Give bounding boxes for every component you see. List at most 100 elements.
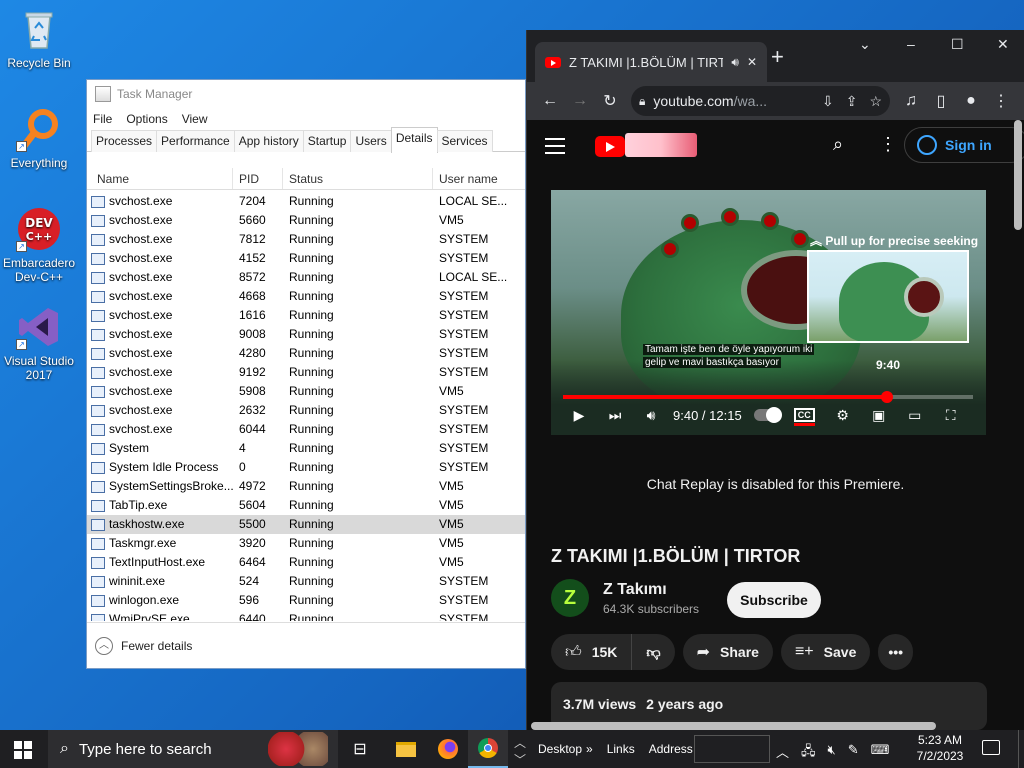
tray-expand-icon[interactable]: ︿ — [776, 742, 789, 764]
task-manager-titlebar[interactable]: Task Manager — [87, 80, 525, 108]
install-icon[interactable]: ⇩ — [822, 93, 834, 110]
pen-icon[interactable]: ✎ — [848, 742, 859, 764]
media-controls-icon[interactable]: ♫ — [896, 92, 926, 110]
like-button[interactable]: 👍︎ 15K — [551, 634, 631, 670]
table-row[interactable]: svchost.exe 5908 Running VM5 — [87, 382, 525, 401]
hamburger-menu-icon[interactable] — [545, 138, 565, 159]
subscribe-button[interactable]: Subscribe — [727, 582, 821, 618]
notifications-icon[interactable] — [982, 740, 1000, 755]
share-button[interactable]: ➦ Share — [682, 634, 773, 670]
table-row[interactable]: svchost.exe 7204 Running LOCAL SE... — [87, 192, 525, 211]
menu-options[interactable]: Options — [126, 112, 167, 126]
more-actions-button[interactable]: ••• — [878, 634, 914, 670]
table-row[interactable]: svchost.exe 8572 Running LOCAL SE... — [87, 268, 525, 287]
horizontal-scrollbar[interactable] — [531, 722, 936, 730]
desktop-icon-everything[interactable]: ↗ Everything — [0, 106, 78, 170]
desktop-icon-recycle-bin[interactable]: Recycle Bin — [0, 6, 78, 70]
channel-name[interactable]: Z Takımı — [603, 581, 699, 599]
browser-tab[interactable]: Z TAKIMI |1.BÖLÜM | TIRTOR 🔊︎ ✕ — [535, 42, 767, 82]
column-header-status[interactable]: Status — [283, 168, 433, 189]
close-window-button[interactable]: ✕ — [997, 36, 1009, 53]
file-explorer-icon[interactable] — [386, 730, 426, 768]
network-icon[interactable]: 🖧︎ — [801, 742, 816, 764]
captions-icon[interactable]: CC — [793, 408, 815, 426]
firefox-icon[interactable] — [428, 730, 468, 768]
table-row[interactable]: svchost.exe 2632 Running SYSTEM — [87, 401, 525, 420]
table-row[interactable]: svchost.exe 5660 Running VM5 — [87, 211, 525, 230]
table-row[interactable]: winlogon.exe 596 Running SYSTEM — [87, 591, 525, 610]
tab-details[interactable]: Details — [390, 127, 438, 153]
minimize-button[interactable]: – — [907, 36, 915, 52]
play-icon[interactable]: ▶ — [561, 407, 597, 424]
fullscreen-icon[interactable]: ⛶ — [933, 407, 969, 424]
tab-services[interactable]: Services — [436, 130, 493, 152]
table-row[interactable]: svchost.exe 7812 Running SYSTEM — [87, 230, 525, 249]
share-icon[interactable]: ⇪ — [846, 93, 858, 110]
volume-muted-icon[interactable]: 🔇︎ — [828, 742, 836, 764]
close-tab-icon[interactable]: ✕ — [747, 55, 757, 69]
taskbar-search-box[interactable]: ⌕ Type here to search — [48, 730, 338, 768]
table-row[interactable]: SystemSettingsBroke... 4972 Running VM5 — [87, 477, 525, 496]
address-bar[interactable]: 🔒︎ youtube.com/wa... ⇩ ⇪ ☆ — [631, 86, 890, 116]
menu-view[interactable]: View — [182, 112, 208, 126]
vertical-scrollbar[interactable] — [1014, 120, 1022, 230]
table-row[interactable]: svchost.exe 6044 Running SYSTEM — [87, 420, 525, 439]
tab-search-icon[interactable]: ⌄ — [859, 36, 871, 53]
table-row[interactable]: TabTip.exe 5604 Running VM5 — [87, 496, 525, 515]
table-row[interactable]: System Idle Process 0 Running SYSTEM — [87, 458, 525, 477]
table-row[interactable]: WmiPrvSE.exe 6440 Running SYSTEM — [87, 610, 525, 621]
reload-button[interactable]: ↻ — [595, 91, 625, 111]
search-icon[interactable]: ⌕ — [833, 134, 843, 155]
toolbar-expand-icon[interactable]: ︿ ﹀ — [514, 734, 526, 768]
tab-app-history[interactable]: App history — [233, 130, 304, 152]
column-header-pid[interactable]: PID — [233, 168, 283, 189]
tab-startup[interactable]: Startup — [302, 130, 352, 152]
column-header-name[interactable]: Name — [87, 168, 233, 189]
toolbar-overflow-icon[interactable]: » — [586, 742, 593, 756]
channel-avatar[interactable]: Z — [551, 579, 589, 617]
settings-gear-icon[interactable]: ⚙︎ — [825, 407, 861, 424]
profile-icon[interactable]: ● — [956, 92, 986, 110]
table-row[interactable]: svchost.exe 4668 Running SYSTEM — [87, 287, 525, 306]
chrome-taskbar-icon[interactable] — [468, 730, 508, 768]
save-button[interactable]: ≡+ Save — [780, 634, 871, 670]
column-header-user[interactable]: User name — [433, 168, 513, 189]
table-row[interactable]: taskhostw.exe 5500 Running VM5 — [87, 515, 525, 534]
chrome-menu-icon[interactable]: ⋮ — [986, 91, 1016, 111]
show-desktop-button[interactable] — [1018, 730, 1024, 768]
table-row[interactable]: svchost.exe 4152 Running SYSTEM — [87, 249, 525, 268]
table-row[interactable]: System 4 Running SYSTEM — [87, 439, 525, 458]
taskbar-clock[interactable]: 5:23 AM 7/2/2023 — [912, 732, 968, 764]
menu-file[interactable]: File — [93, 112, 112, 126]
keyboard-icon[interactable]: ⌨︎ — [871, 742, 890, 764]
address-toolbar-input[interactable] — [694, 735, 770, 763]
windows-start-icon[interactable] — [14, 741, 32, 759]
miniplayer-icon[interactable]: ▣ — [861, 407, 897, 424]
sign-in-button[interactable]: Sign in — [904, 127, 1024, 163]
maximize-button[interactable]: ☐ — [951, 36, 964, 53]
table-row[interactable]: svchost.exe 9008 Running SYSTEM — [87, 325, 525, 344]
youtube-logo-icon[interactable] — [595, 136, 625, 157]
desktop-toolbar[interactable]: Desktop — [538, 742, 582, 756]
autoplay-toggle[interactable] — [753, 407, 782, 423]
forward-button[interactable]: → — [565, 92, 595, 110]
fewer-details-link[interactable]: Fewer details — [121, 639, 192, 653]
video-player[interactable]: ︽ Pull up for precise seeking 9:40 Tamam… — [551, 190, 986, 435]
next-icon[interactable]: ⏭︎ — [597, 407, 633, 424]
task-view-icon[interactable]: ⊟ — [340, 730, 380, 768]
chevron-up-icon[interactable]: ︿ — [95, 636, 113, 655]
desktop-icon-visual-studio[interactable]: ↗ Visual Studio 2017 — [0, 304, 78, 382]
back-button[interactable]: ← — [535, 92, 565, 110]
desktop-icon-devcpp[interactable]: DEV C++ ↗ Embarcadero Dev-C++ — [0, 206, 78, 284]
table-row[interactable]: svchost.exe 9192 Running SYSTEM — [87, 363, 525, 382]
links-toolbar[interactable]: Links — [607, 742, 635, 756]
youtube-doodle-banner[interactable] — [625, 133, 697, 157]
tab-processes[interactable]: Processes — [91, 130, 158, 152]
bookmark-star-icon[interactable]: ☆ — [869, 93, 882, 110]
table-row[interactable]: svchost.exe 4280 Running SYSTEM — [87, 344, 525, 363]
theater-mode-icon[interactable]: ▭ — [897, 407, 933, 424]
table-row[interactable]: Taskmgr.exe 3920 Running VM5 — [87, 534, 525, 553]
table-row[interactable]: wininit.exe 524 Running SYSTEM — [87, 572, 525, 591]
speaker-icon[interactable]: 🔊︎ — [731, 55, 739, 70]
new-tab-button[interactable]: + — [771, 44, 784, 70]
